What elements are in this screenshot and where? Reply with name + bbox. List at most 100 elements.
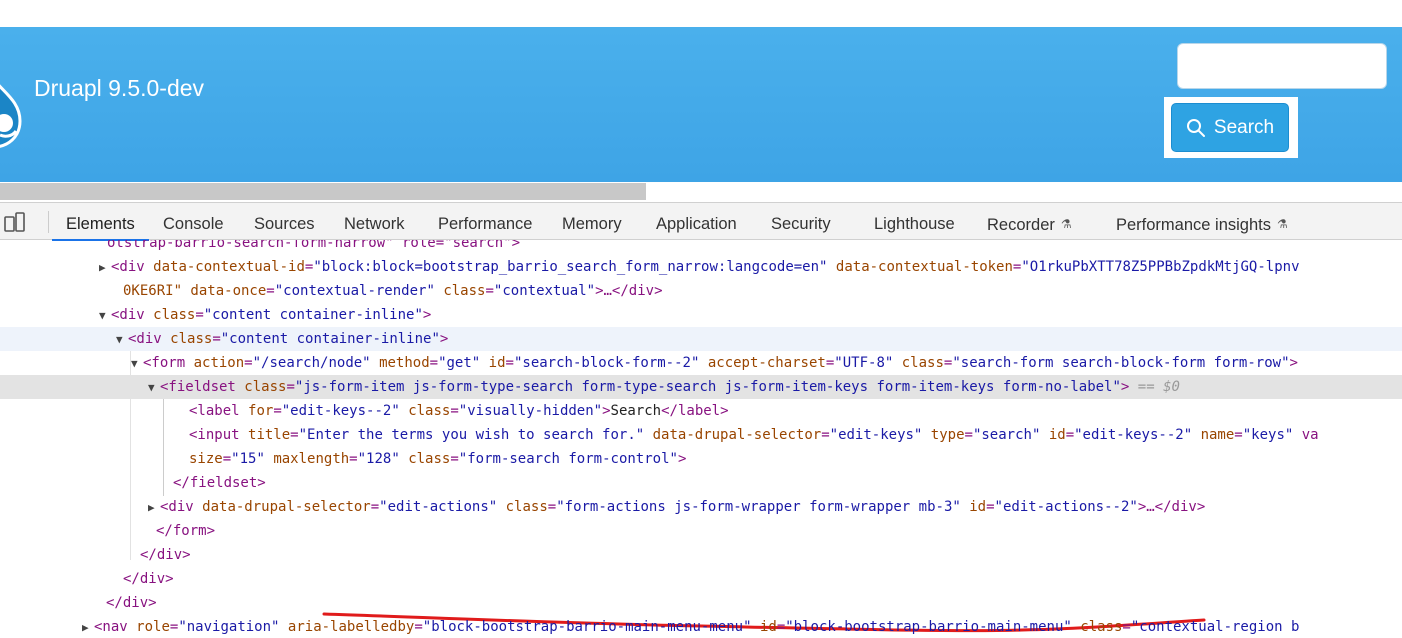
dom-node-row[interactable]: ▼ <fieldset class="js-form-item js-form-t… (0, 375, 1402, 399)
dom-equals: = (505, 355, 514, 371)
dom-tag-close: > (439, 331, 449, 347)
dom-equals: = (370, 499, 380, 515)
collapse-triangle-icon[interactable]: ▼ (99, 304, 111, 328)
dom-equals: = (349, 451, 358, 467)
dom-attr-name: id (1048, 427, 1066, 443)
dom-equals: = (1122, 619, 1131, 635)
search-icon (1186, 118, 1205, 137)
device-toolbar-icon[interactable] (4, 211, 26, 233)
dom-node-row[interactable]: </div> (0, 567, 1402, 591)
horizontal-scrollbar[interactable] (0, 182, 1402, 202)
tab-elements[interactable]: Elements (52, 203, 149, 241)
tab-application[interactable]: Application (656, 203, 737, 240)
dom-attr-name: accept-charset (707, 355, 826, 371)
dom-attr-value: "search-form search-block-form form-row" (952, 355, 1290, 371)
dom-tag: </form> (156, 523, 216, 539)
dom-attr-name: aria-labelledby (287, 619, 415, 635)
scrollbar-thumb[interactable] (0, 183, 646, 200)
dom-tag-close: > (1120, 379, 1130, 395)
tab-recorder[interactable]: Recorder ⚗ (987, 203, 1072, 240)
collapse-triangle-icon[interactable]: ▼ (131, 352, 143, 376)
dom-tag: </div> (123, 571, 174, 587)
dom-attr-name: class (170, 331, 213, 347)
dom-node-row[interactable]: ▼ <form action="/search/node" method="get… (0, 351, 1402, 375)
tab-security[interactable]: Security (771, 203, 831, 240)
tab-performance[interactable]: Performance (438, 203, 532, 240)
dom-text: Search (610, 403, 662, 419)
tab-console[interactable]: Console (163, 203, 224, 240)
dom-node-row[interactable]: 0KE6RI" data-once="contextual-render" cl… (0, 279, 1402, 303)
dom-attr-name: class (1080, 619, 1123, 635)
dom-equals: = (964, 427, 973, 443)
dom-attr-name: id (759, 619, 777, 635)
dom-tag: <div (160, 499, 194, 515)
dom-node-row[interactable]: ▶ <div data-contextual-id="block:block=bo… (0, 255, 1402, 279)
tab-memory[interactable]: Memory (562, 203, 622, 240)
dom-attr-name: role (136, 619, 170, 635)
site-header: Druapl 9.5.0-dev Search (0, 27, 1402, 182)
expand-triangle-icon[interactable]: ▶ (82, 616, 94, 638)
site-name[interactable]: Druapl 9.5.0-dev (34, 75, 204, 102)
dom-attr-value: "search" (972, 427, 1041, 443)
dom-node-row[interactable]: ▶ <div data-drupal-selector="edit-actions… (0, 495, 1402, 519)
dom-node-row[interactable]: size="15" maxlength="128" class="form-se… (0, 447, 1402, 471)
dom-attr-value: "128" (357, 451, 400, 467)
dom-equals: = (244, 355, 253, 371)
dom-node-row[interactable]: ▼ <div class="content container-inline"> (0, 303, 1402, 327)
dom-close-tag: </label> (661, 403, 729, 419)
drupal-logo (0, 84, 22, 148)
elements-dom-tree[interactable]: otstrap-barrio-search-form-narrow" role=… (0, 240, 1402, 638)
dom-attr-name: method (379, 355, 430, 371)
browser-top-strip (0, 0, 1402, 27)
dom-attr-value: "edit-keys" (829, 427, 923, 443)
dom-equals: = (450, 403, 459, 419)
dom-attr-value: "visually-hidden" (458, 403, 603, 419)
dom-node-row[interactable]: </form> (0, 519, 1402, 543)
dom-node-row[interactable]: <label for="edit-keys--2" class="visuall… (0, 399, 1402, 423)
devtools-tab-bar: Elements Console Sources Network Performance… (0, 202, 1402, 241)
dom-attr-name: data-contextual-id (153, 259, 305, 275)
collapse-triangle-icon[interactable]: ▼ (148, 376, 160, 400)
dom-node-row[interactable]: </div> (0, 591, 1402, 615)
dom-tag: <form (143, 355, 186, 371)
dom-node-row[interactable]: ▶ <nav role="navigation" aria-labelledby=… (0, 615, 1402, 638)
dom-node-row[interactable]: otstrap-barrio-search-form-narrow" role=… (0, 240, 1402, 255)
dom-attr-value: "form-actions js-form-wrapper form-wrapp… (556, 499, 961, 515)
flask-icon: ⚗ (1277, 217, 1288, 231)
dom-attr-name: class (153, 307, 196, 323)
dom-attr-name: class (505, 499, 548, 515)
tab-performance-insights[interactable]: Performance insights ⚗ (1116, 203, 1288, 240)
dom-node-row[interactable]: <input title="Enter the terms you wish t… (0, 423, 1402, 447)
dom-node-row[interactable]: </fieldset> (0, 471, 1402, 495)
dom-attr-name: for (248, 403, 274, 419)
dom-node-row[interactable]: </div> (0, 543, 1402, 567)
tab-label: Performance (438, 215, 533, 233)
tab-network[interactable]: Network (344, 203, 405, 240)
tab-sources[interactable]: Sources (254, 203, 315, 240)
expand-triangle-icon[interactable]: ▶ (148, 496, 160, 520)
collapse-triangle-icon[interactable]: ▼ (116, 328, 128, 352)
dom-tag: <fieldset (160, 379, 236, 395)
dom-attr-value: "15" (231, 451, 265, 467)
dom-tag-close: > (1289, 355, 1298, 371)
dom-attr-name: action (193, 355, 245, 371)
flask-icon: ⚗ (1060, 217, 1072, 231)
dom-node-row[interactable]: ▼ <div class="content container-inline"> (0, 327, 1402, 351)
dom-attr-name: id (969, 499, 987, 515)
dom-attr-value: "O1rkuPbXTT78Z5PPBbZpdkMtjGQ-lpnv (1021, 259, 1300, 275)
dom-equals: = (195, 307, 204, 323)
search-button[interactable]: Search (1171, 103, 1289, 152)
dom-attr-value: "contextual-render" (274, 283, 435, 299)
dom-tag: </div> (140, 547, 191, 563)
dom-tag: <nav (94, 619, 128, 635)
dom-equals: = (1234, 427, 1243, 443)
dom-equals: = (450, 451, 459, 467)
dom-attr-value: "content container-inline" (203, 307, 423, 323)
dom-attr-value: "js-form-item js-form-type-search form-t… (294, 379, 1121, 395)
dom-tag-close: > (677, 451, 687, 467)
tab-lighthouse[interactable]: Lighthouse (874, 203, 955, 240)
search-input[interactable] (1177, 43, 1387, 89)
expand-triangle-icon[interactable]: ▶ (99, 256, 111, 280)
dom-attr-name: 0KE6RI" data-once (123, 283, 267, 299)
tab-label: Lighthouse (874, 215, 955, 233)
